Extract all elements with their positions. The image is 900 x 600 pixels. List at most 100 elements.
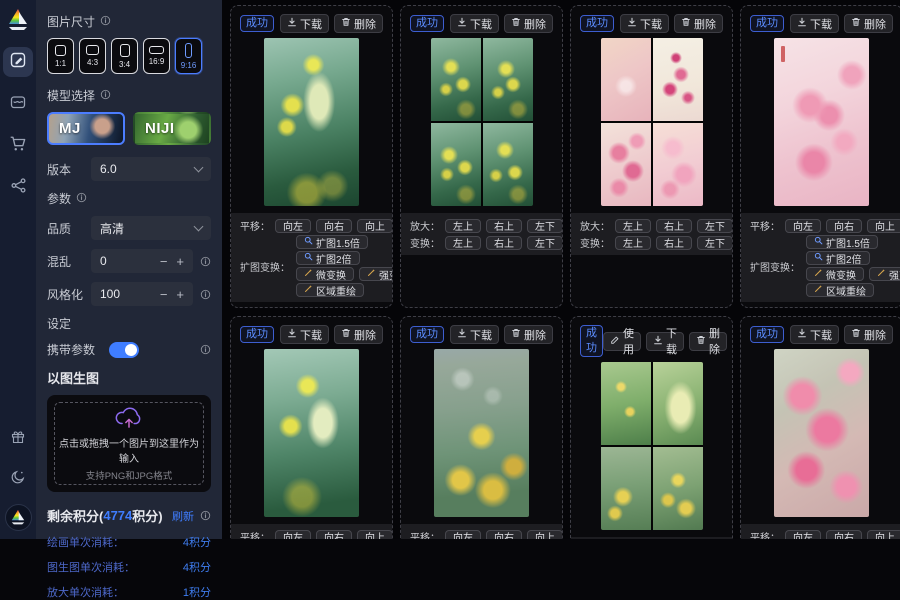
download-button[interactable]: 下载 [450,14,499,33]
download-button[interactable]: 下载 [280,325,329,344]
upscale-3-button[interactable]: 左下 [697,219,733,233]
pan-left-button[interactable]: 向左 [785,530,821,540]
download-button[interactable]: 下载 [620,14,669,33]
generated-image[interactable] [264,38,359,206]
nav-shop-button[interactable] [3,131,33,161]
download-button[interactable]: 下载 [646,332,684,351]
grid-image-1[interactable] [431,38,481,121]
nav-assets-button[interactable] [3,89,33,119]
grid-image-2[interactable] [483,38,533,121]
grid-image-3[interactable] [601,447,651,530]
grid-image-3[interactable] [431,123,481,206]
download-button[interactable]: 下载 [790,325,839,344]
download-button[interactable]: 下载 [450,325,499,344]
ratio-4-3-button[interactable]: 4:3 [79,38,106,74]
vary-1-button[interactable]: 左上 [615,236,651,250]
pan-right-button[interactable]: 向右 [316,530,352,540]
strong-vary-button[interactable]: 强变换 [359,267,393,281]
region-redraw-button[interactable]: 区域重绘 [806,283,874,297]
minus-button[interactable]: − [160,255,168,268]
pan-up-button[interactable]: 向上 [867,219,900,233]
vary-2-button[interactable]: 右上 [486,236,522,250]
pan-left-button[interactable]: 向左 [275,530,311,540]
grid-image-2[interactable] [653,362,703,445]
nav-theme-button[interactable] [3,464,33,494]
delete-button[interactable]: 删除 [334,14,383,33]
chaos-stepper[interactable]: 0 − + [91,249,193,273]
vary-3-button[interactable]: 左下 [527,236,563,250]
pan-up-button[interactable]: 向上 [527,530,563,540]
delete-button[interactable]: 删除 [504,325,553,344]
outpaint-2x-button[interactable]: 扩图2倍 [296,251,360,265]
info-icon[interactable] [200,256,211,267]
grid-image-2[interactable] [653,38,703,121]
quality-select[interactable]: 高清 [91,216,211,240]
outpaint-1-5x-button[interactable]: 扩图1.5倍 [806,235,878,249]
outpaint-1-5x-button[interactable]: 扩图1.5倍 [296,235,368,249]
refresh-credits-button[interactable]: 刷新 [172,508,194,524]
info-icon[interactable] [100,89,111,103]
delete-button[interactable]: 删除 [504,14,553,33]
version-select[interactable]: 6.0 [91,157,211,181]
delete-button[interactable]: 删除 [844,14,893,33]
grid-image-4[interactable] [483,123,533,206]
pan-up-button[interactable]: 向上 [357,530,393,540]
carry-params-toggle[interactable] [109,342,139,358]
vary-1-button[interactable]: 左上 [445,236,481,250]
generated-image-grid[interactable] [431,38,533,206]
upscale-1-button[interactable]: 左上 [445,219,481,233]
pan-left-button[interactable]: 向左 [785,219,821,233]
generated-image[interactable] [264,349,359,517]
nav-gift-button[interactable] [3,424,33,454]
delete-button[interactable]: 删除 [334,325,383,344]
delete-button[interactable]: 删除 [689,332,727,351]
generated-image[interactable] [774,349,869,517]
ratio-3-4-button[interactable]: 3:4 [111,38,138,74]
grid-image-4[interactable] [653,447,703,530]
subtle-vary-button[interactable]: 微变换 [296,267,354,281]
upscale-1-button[interactable]: 左上 [615,219,651,233]
pan-right-button[interactable]: 向右 [826,530,862,540]
generated-image-grid[interactable] [601,38,703,206]
pan-right-button[interactable]: 向右 [826,219,862,233]
upscale-3-button[interactable]: 左下 [527,219,563,233]
download-button[interactable]: 下载 [280,14,329,33]
upscale-2-button[interactable]: 右上 [486,219,522,233]
info-icon[interactable] [76,192,87,206]
minus-button[interactable]: − [160,288,168,301]
strong-vary-button[interactable]: 强变换 [869,267,900,281]
pan-left-button[interactable]: 向左 [275,219,311,233]
plus-button[interactable]: + [176,288,184,301]
grid-image-1[interactable] [601,38,651,121]
info-icon[interactable] [200,510,211,521]
download-button[interactable]: 下载 [790,14,839,33]
stylize-stepper[interactable]: 100 − + [91,282,193,306]
delete-button[interactable]: 删除 [844,325,893,344]
ratio-1-1-button[interactable]: 1:1 [47,38,74,74]
grid-image-3[interactable] [601,123,651,206]
user-avatar[interactable] [5,504,32,531]
nav-draw-button[interactable] [3,47,33,77]
pan-left-button[interactable]: 向左 [445,530,481,540]
ratio-9-16-button[interactable]: 9:16 [175,38,202,74]
generated-image[interactable] [774,38,869,206]
region-redraw-button[interactable]: 区域重绘 [296,283,364,297]
ratio-16-9-button[interactable]: 16:9 [143,38,170,74]
plus-button[interactable]: + [176,255,184,268]
subtle-vary-button[interactable]: 微变换 [806,267,864,281]
model-mj-button[interactable]: MJ [47,112,125,145]
use-button[interactable]: 使用 [603,332,641,351]
upscale-2-button[interactable]: 右上 [656,219,692,233]
pan-right-button[interactable]: 向右 [316,219,352,233]
info-icon[interactable] [100,15,111,29]
nav-share-button[interactable] [3,173,33,203]
vary-2-button[interactable]: 右上 [656,236,692,250]
generated-image[interactable] [434,349,529,517]
pan-up-button[interactable]: 向上 [357,219,393,233]
grid-image-1[interactable] [601,362,651,445]
info-icon[interactable] [200,344,211,355]
vary-3-button[interactable]: 左下 [697,236,733,250]
pan-right-button[interactable]: 向右 [486,530,522,540]
image-upload-dropzone[interactable]: 点击或拖拽一个图片到这里作为输入 支持PNG和JPG格式 [47,395,211,492]
outpaint-2x-button[interactable]: 扩图2倍 [806,251,870,265]
